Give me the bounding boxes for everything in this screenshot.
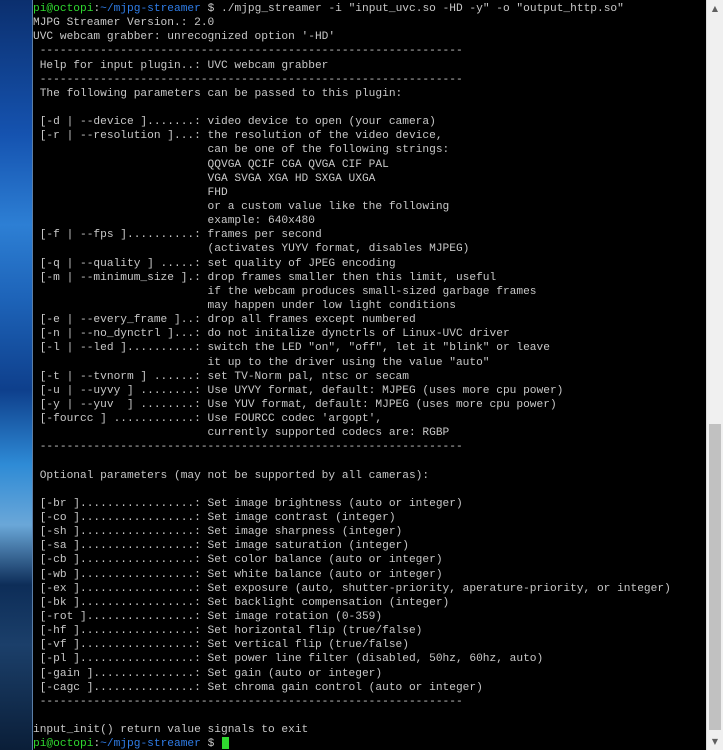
output-line: [-f | --fps ]..........: frames per seco… bbox=[33, 229, 322, 242]
output-line: or a custom value like the following bbox=[33, 200, 450, 213]
command-text: ./mjpg_streamer -i "input_uvc.so -HD -y"… bbox=[221, 3, 624, 15]
terminal-output: MJPG Streamer Version.: 2.0 UVC webcam gr… bbox=[33, 16, 706, 737]
triangle-up-icon[interactable]: ▲ bbox=[707, 0, 723, 17]
prompt-user-host: pi@octopi bbox=[33, 738, 94, 750]
output-line: [-co ].................: Set image contr… bbox=[33, 512, 396, 525]
prompt-symbol: $ bbox=[200, 3, 222, 15]
output-line: [-wb ].................: Set white balan… bbox=[33, 568, 443, 581]
output-line: [-cb ].................: Set color balan… bbox=[33, 554, 443, 567]
output-line: VGA SVGA XGA HD SXGA UXGA bbox=[33, 172, 376, 185]
output-line: [-pl ].................: Set power line … bbox=[33, 653, 544, 666]
output-line: [-d | --device ].......: video device to… bbox=[33, 116, 436, 129]
vertical-scrollbar[interactable]: ▲ ▼ bbox=[706, 0, 723, 750]
output-line: input_init() return value signals to exi… bbox=[33, 724, 309, 737]
output-line: [-gain ]...............: Set gain (auto … bbox=[33, 667, 383, 680]
output-line: ----------------------------------------… bbox=[33, 45, 463, 58]
output-line: (activates YUYV format, disables MJPEG) bbox=[33, 243, 470, 256]
command-prompt-line: pi@octopi:~/mjpg-streamer $ ./mjpg_strea… bbox=[33, 2, 706, 16]
output-line: [-fourcc ] ............: Use FOURCC code… bbox=[33, 413, 383, 426]
output-line: Help for input plugin..: UVC webcam grab… bbox=[33, 59, 329, 72]
output-line: may happen under low light conditions bbox=[33, 299, 456, 312]
scrollbar-thumb[interactable] bbox=[709, 424, 721, 730]
output-line: currently supported codecs are: RGBP bbox=[33, 427, 450, 440]
output-line: [-u | --uyvy ] ........: Use UYVY format… bbox=[33, 384, 564, 397]
output-line: [-br ].................: Set image brigh… bbox=[33, 497, 463, 510]
output-line: [-rot ]................: Set image rotat… bbox=[33, 611, 383, 624]
output-line: MJPG Streamer Version.: 2.0 bbox=[33, 17, 215, 30]
output-line: can be one of the following strings: bbox=[33, 144, 450, 157]
output-line: ----------------------------------------… bbox=[33, 73, 463, 86]
prompt-path: ~/mjpg-streamer bbox=[100, 3, 201, 15]
output-line: [-hf ].................: Set horizontal … bbox=[33, 625, 423, 638]
current-prompt-line[interactable]: pi@octopi:~/mjpg-streamer $ bbox=[33, 737, 706, 750]
triangle-down-icon[interactable]: ▼ bbox=[707, 733, 723, 750]
output-line: [-n | --no_dynctrl ]...: do not initaliz… bbox=[33, 328, 510, 341]
output-line: [-cagc ]...............: Set chroma gain… bbox=[33, 681, 483, 694]
output-line: [-sa ].................: Set image satur… bbox=[33, 540, 409, 553]
output-line: [-bk ].................: Set backlight c… bbox=[33, 596, 450, 609]
output-line: [-e | --every_frame ]..: drop all frames… bbox=[33, 314, 416, 327]
output-line: [-r | --resolution ]...: the resolution … bbox=[33, 130, 443, 143]
output-line: ----------------------------------------… bbox=[33, 695, 463, 708]
output-line: The following parameters can be passed t… bbox=[33, 87, 403, 100]
output-line: [-q | --quality ] .....: set quality of … bbox=[33, 257, 396, 270]
output-line: [-m | --minimum_size ].: drop frames sma… bbox=[33, 271, 497, 284]
output-line: Optional parameters (may not be supporte… bbox=[33, 469, 430, 482]
output-line: ----------------------------------------… bbox=[33, 441, 463, 454]
output-line: [-vf ].................: Set vertical fl… bbox=[33, 639, 409, 652]
terminal-window[interactable]: pi@octopi:~/mjpg-streamer $ ./mjpg_strea… bbox=[33, 0, 706, 750]
output-line: it up to the driver using the value "aut… bbox=[33, 356, 490, 369]
output-line: [-l | --led ]..........: switch the LED … bbox=[33, 342, 550, 355]
output-line: example: 640x480 bbox=[33, 215, 315, 228]
prompt-user-host: pi@octopi bbox=[33, 3, 94, 15]
text-cursor bbox=[222, 737, 230, 750]
output-line: UVC webcam grabber: unrecognized option … bbox=[33, 31, 336, 44]
output-line: FHD bbox=[33, 186, 228, 199]
output-line: [-y | --yuv ] ........: Use YUV format, … bbox=[33, 398, 557, 411]
prompt-path: ~/mjpg-streamer bbox=[100, 738, 201, 750]
prompt-symbol: $ bbox=[200, 738, 222, 750]
output-line: [-sh ].................: Set image sharp… bbox=[33, 526, 403, 539]
output-line: if the webcam produces small-sized garba… bbox=[33, 285, 537, 298]
desktop-background bbox=[0, 0, 32, 750]
output-line: QQVGA QCIF CGA QVGA CIF PAL bbox=[33, 158, 389, 171]
output-line: [-t | --tvnorm ] ......: set TV-Norm pal… bbox=[33, 370, 409, 383]
output-line: [-ex ].................: Set exposure (a… bbox=[33, 582, 671, 595]
